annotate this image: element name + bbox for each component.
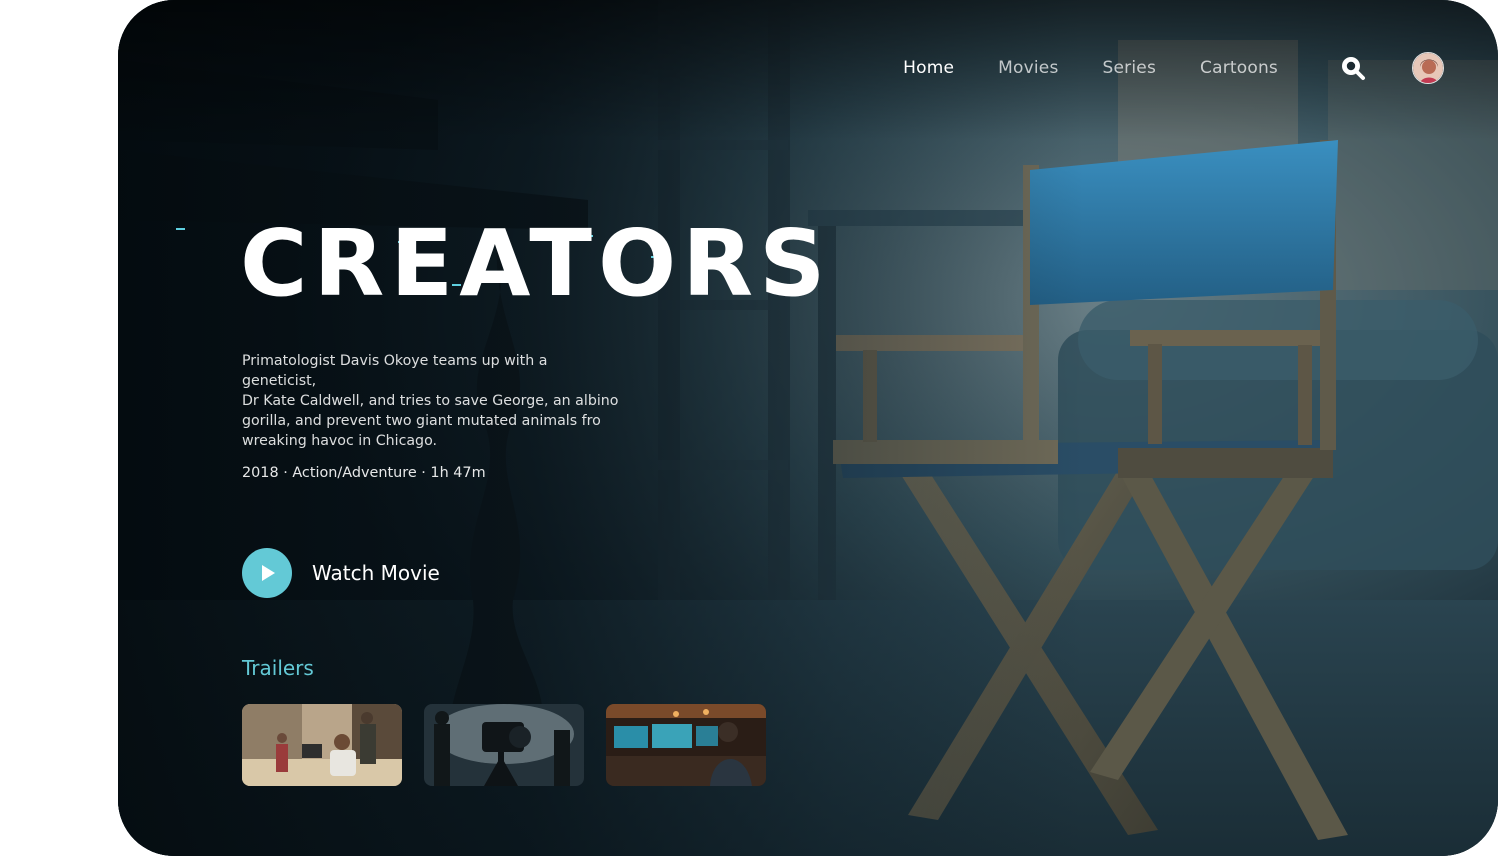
nav-movies[interactable]: Movies [998, 58, 1058, 78]
trailers-list [242, 704, 788, 786]
watch-movie-button[interactable]: Watch Movie [242, 548, 440, 598]
trailer-thumbnail[interactable] [606, 704, 766, 786]
play-icon[interactable] [242, 548, 292, 598]
title-dash-decoration [176, 228, 185, 230]
watch-movie-label[interactable]: Watch Movie [312, 561, 440, 585]
hero-card: Home Movies Series Cartoons CREATORS Pri… [118, 0, 1498, 856]
top-nav: Home Movies Series Cartoons [903, 52, 1444, 84]
nav-series[interactable]: Series [1103, 58, 1156, 78]
trailer-thumbnail[interactable] [424, 704, 584, 786]
movie-title: CREATORS [240, 210, 832, 317]
user-avatar[interactable] [1412, 52, 1444, 84]
trailers-heading: Trailers [242, 656, 314, 680]
nav-cartoons[interactable]: Cartoons [1200, 58, 1278, 78]
movie-synopsis: Primatologist Davis Okoye teams up with … [242, 353, 619, 449]
trailer-thumbnail[interactable] [242, 704, 402, 786]
search-icon[interactable] [1340, 55, 1366, 81]
movie-meta: 2018 · Action/Adventure · 1h 47m [242, 465, 486, 481]
nav-home[interactable]: Home [903, 58, 954, 78]
